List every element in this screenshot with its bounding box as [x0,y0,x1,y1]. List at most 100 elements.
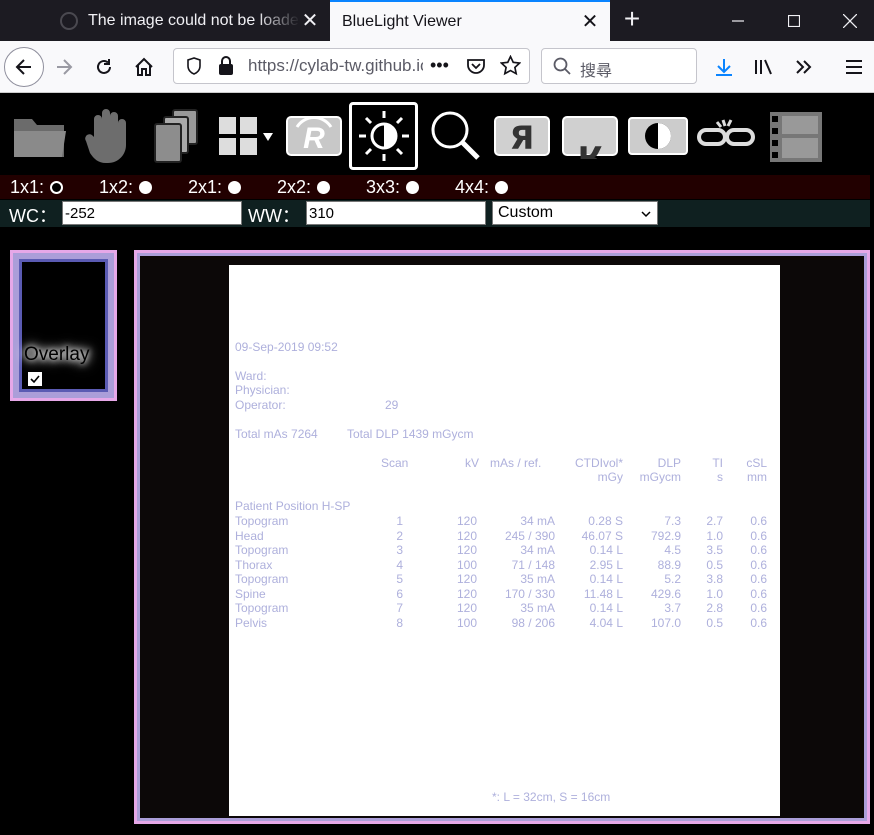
report-cell-ti: 2.7 [706,514,723,528]
report-cell-csl: 0.6 [750,586,767,601]
tab-title: BlueLight Viewer [342,12,462,30]
zoom-magnifier-icon[interactable] [424,105,488,167]
svg-text:R: R [578,138,603,159]
maximize-icon[interactable] [766,0,822,41]
ww-input[interactable] [306,201,486,225]
check-icon [30,375,40,384]
bookmark-star-icon[interactable] [499,54,522,81]
preset-select[interactable]: Custom [492,201,658,225]
report-cell-ctdi: 0.14 L [589,543,623,557]
report-cell-ti: 3.5 [706,543,723,557]
radio[interactable] [406,181,420,194]
report-cell-dlp: 7.3 [664,514,681,528]
viewer-toolbar: R Я R [0,93,874,175]
layout-option-1x2[interactable]: 1x2: [99,177,153,198]
ward-label: Ward: [235,369,267,383]
forward-button[interactable] [48,51,80,83]
radio[interactable] [495,181,509,194]
layout-label: 1x1: [10,177,45,197]
radio[interactable] [139,181,153,194]
url-bar[interactable]: https://cylab-tw.github.io/bluelight ••• [173,48,530,84]
close-icon[interactable]: ✕ [580,12,600,32]
svg-text:R: R [303,122,325,155]
layout-option-2x2[interactable]: 2x2: [277,177,331,198]
reload-button[interactable] [88,51,120,83]
search-bar[interactable]: 搜尋 [541,48,697,84]
layout-option-4x4[interactable]: 4x4: [455,177,509,198]
film-strip-icon[interactable] [762,105,826,167]
tab-bluelight-viewer[interactable]: BlueLight Viewer ✕ [330,0,610,41]
ww-label: WW： [248,206,300,226]
report-cell-ti: 2.8 [706,601,723,615]
viewport-canvas[interactable]: 09-Sep-2019 09:52 Ward: Physician: Opera… [140,256,864,818]
patient-position: Patient Position H-SP [235,499,351,513]
report-cell-ti: 3.8 [706,572,723,586]
report-footnote: *: L = 32cm, S = 16cm [492,790,611,804]
report-cell-scan: 6 [396,586,403,601]
header-dlp: DLP [657,456,681,470]
new-tab-button[interactable]: + [618,5,646,34]
report-cell-name: Head [235,528,264,543]
home-button[interactable] [128,51,160,83]
flip-vertical-icon[interactable]: R [558,105,622,167]
report-cell-kv: 120 [456,572,477,586]
report-cell-csl: 0.6 [750,557,767,572]
image-viewport[interactable]: 09-Sep-2019 09:52 Ward: Physician: Opera… [134,250,870,824]
layout-option-2x1[interactable]: 2x1: [188,177,242,198]
url-text[interactable]: https://cylab-tw.github.io/bluelight [248,56,423,76]
window-level-icon[interactable] [349,102,418,170]
report-cell-kv: 100 [456,615,477,630]
layout-option-3x3[interactable]: 3x3: [366,177,420,198]
report-cell-scan: 3 [396,543,403,557]
physician-label: Physician: [235,383,290,397]
report-cell-csl: 0.6 [750,528,767,543]
overflow-menu-icon[interactable] [788,51,820,83]
wc-input[interactable] [62,201,242,225]
shield-icon[interactable] [186,57,202,80]
radio[interactable] [317,181,331,194]
operator-value: 29 [385,398,399,412]
minimize-icon[interactable] [710,0,766,41]
report-cell-name: Topogram [235,514,289,528]
pan-hand-icon[interactable] [76,105,140,167]
tab-broken-image[interactable]: The image could not be loaded ✕ [48,0,330,41]
total-mas: Total mAs 7264 [235,427,318,441]
lock-icon[interactable] [218,56,234,81]
close-icon[interactable]: ✕ [300,11,320,31]
series-stack-icon[interactable] [145,105,209,167]
open-folder-icon[interactable] [8,105,72,167]
report-cell-csl: 0.6 [750,572,767,586]
layout-grid-icon[interactable] [214,105,278,167]
hamburger-menu-icon[interactable] [838,51,870,83]
radio[interactable] [228,181,242,194]
report-cell-kv: 120 [456,586,477,601]
total-dlp: Total DLP 1439 mGycm [347,427,474,441]
flip-horizontal-icon[interactable]: Я [490,105,554,167]
wc-label: WC： [9,206,57,226]
layout-option-1x1[interactable]: 1x1: [10,177,64,198]
series-thumbnail[interactable]: Overlay [10,250,117,401]
rotate-icon[interactable]: R [282,105,346,167]
report-cell-kv: 120 [456,514,477,528]
report-cell-dlp: 5.2 [664,572,681,586]
downloads-icon[interactable] [708,51,740,83]
invert-icon[interactable] [626,105,690,167]
header-csl-unit: mm [747,470,767,484]
library-icon[interactable] [748,51,780,83]
thumbnail-image[interactable]: Overlay [19,259,108,392]
overlay-checkbox[interactable] [28,372,42,386]
report-cell-dlp: 88.9 [657,557,681,572]
link-chain-icon[interactable] [694,105,758,167]
more-actions-icon[interactable]: ••• [430,55,449,76]
window-close-icon[interactable] [822,0,874,41]
report-cell-ctdi: 11.48 L [583,586,623,601]
header-ctdi-unit: mGy [597,470,623,484]
pocket-icon[interactable] [466,56,486,81]
back-button[interactable] [4,47,44,87]
radio-selected[interactable] [50,181,64,194]
header-dlp-unit: mGycm [639,470,681,484]
loading-icon [60,11,78,30]
report-cell-name: Pelvis [235,615,268,630]
report-cell-ctdi: 4.04 L [589,615,623,630]
chevron-down-icon [640,205,652,227]
